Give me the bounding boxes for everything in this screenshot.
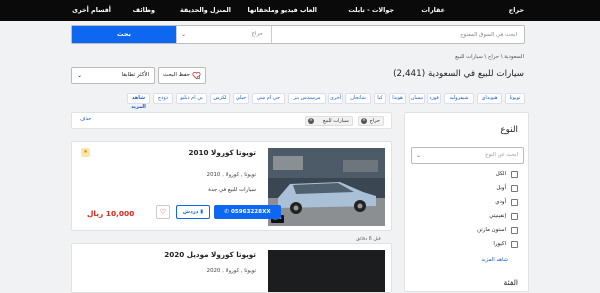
sort-select[interactable]: ⌄ الأكثر تطابقا bbox=[71, 67, 155, 84]
favorite-button[interactable]: ♡ bbox=[156, 205, 170, 219]
nav-item-haraj[interactable]: حراج bbox=[509, 0, 524, 21]
sort-label: الأكثر تطابقا bbox=[121, 72, 149, 78]
heart-search-icon bbox=[192, 71, 201, 80]
checkbox-opel[interactable] bbox=[511, 185, 518, 192]
filter-chip-cars-for-sale[interactable]: × سيارات للبيع bbox=[305, 116, 353, 126]
chevron-down-icon: ⌄ bbox=[416, 152, 422, 159]
save-search-label: حفظ البحث bbox=[163, 72, 190, 78]
brand-chip-hyundai[interactable]: هيونداي bbox=[477, 93, 502, 104]
heart-icon: ♡ bbox=[159, 208, 167, 216]
listing-price: 10,000 ريال bbox=[87, 209, 135, 218]
type-search-select[interactable]: ⌄ ابحث عن النوع bbox=[411, 147, 524, 164]
listing-title[interactable]: تويوتا كورولا 2010 bbox=[189, 148, 256, 157]
close-icon[interactable]: × bbox=[361, 118, 367, 124]
option-label: استون مارتن bbox=[477, 227, 506, 233]
nav-item-video-games[interactable]: العاب فيديو وملحقاتها bbox=[247, 0, 317, 21]
listing-card[interactable]: تويوتا كورولا موديل 2020 تويوتا , كورولا… bbox=[71, 243, 392, 293]
brand-chip-bmw[interactable]: بي ام دبليو bbox=[176, 93, 207, 104]
filter-chip-haraj[interactable]: × حراج bbox=[358, 116, 384, 126]
brand-chip-gmc[interactable]: جي ام سي bbox=[252, 93, 285, 104]
category-placeholder: حراج bbox=[251, 31, 263, 37]
save-search-button[interactable]: حفظ البحث bbox=[158, 67, 206, 84]
option-label: أودي bbox=[495, 199, 506, 205]
listing-photo[interactable] bbox=[268, 250, 385, 292]
sidebar-heading: النوع bbox=[500, 125, 518, 135]
brand-chip-dodge[interactable]: دودج bbox=[153, 93, 173, 104]
nav-item-jobs[interactable]: وظائف bbox=[133, 0, 155, 21]
brand-chip-chevrolet[interactable]: شيفروليه bbox=[444, 93, 474, 104]
brand-chip-lexus[interactable]: لكزس bbox=[210, 93, 230, 104]
sidebar-section-heading: الفئة bbox=[503, 278, 518, 287]
see-more-brands-chip[interactable]: شاهد المزيد bbox=[127, 93, 150, 110]
chevron-down-icon: ⌄ bbox=[181, 31, 187, 38]
checkbox-acura[interactable] bbox=[511, 241, 518, 248]
close-icon[interactable]: × bbox=[308, 118, 314, 124]
listing-title[interactable]: تويوتا كورولا موديل 2020 bbox=[164, 250, 256, 259]
phone-icon: ✆ bbox=[224, 209, 229, 215]
brand-chip-honda[interactable]: هوندا bbox=[389, 93, 406, 104]
brand-chip-ford[interactable]: فورد bbox=[427, 93, 441, 104]
chevron-down-icon: ⌄ bbox=[77, 72, 83, 79]
option-label: اكيورا bbox=[493, 241, 506, 247]
see-more-link[interactable]: شاهد المزيد bbox=[481, 257, 508, 263]
checkbox-all[interactable] bbox=[511, 171, 518, 178]
filter-sidebar: النوع ⌄ ابحث عن النوع الكل أوبل أودي إنف… bbox=[404, 112, 529, 292]
checkbox-audi[interactable] bbox=[511, 199, 518, 206]
brand-chip-nissan[interactable]: نيسان bbox=[409, 93, 425, 104]
brand-chip-mercedes[interactable]: مرسيدس بنز bbox=[288, 93, 326, 104]
nav-item-mobiles[interactable]: جوالات - تابلت bbox=[348, 0, 394, 21]
nav-item-home-garden[interactable]: المنزل والحديقة bbox=[180, 0, 231, 21]
brand-chip-changan[interactable]: شانجان bbox=[345, 93, 371, 104]
listing-location[interactable]: سيارات للبيع في جدة bbox=[208, 187, 256, 193]
listing-model: تويوتا , كورولا , 2010 bbox=[206, 172, 256, 178]
search-button[interactable]: بحث bbox=[72, 26, 176, 43]
search-input[interactable] bbox=[273, 26, 524, 43]
brand-chip-geely[interactable]: جيلي bbox=[233, 93, 249, 104]
option-label: الكل bbox=[495, 171, 506, 177]
chat-icon: ▮ bbox=[200, 209, 204, 215]
checkbox-aston-martin[interactable] bbox=[511, 227, 518, 234]
brand-chip-kia[interactable]: كيا bbox=[374, 93, 386, 104]
option-label: إنفينيتي bbox=[489, 213, 506, 219]
checkbox-infiniti[interactable] bbox=[511, 213, 518, 220]
breadcrumb[interactable]: السعودية \ حراج \ سيارات للبيع bbox=[455, 54, 524, 60]
listing-model: تويوتا , كورولا , 2020 bbox=[206, 268, 256, 274]
bookmark-icon: ★ bbox=[81, 148, 90, 157]
page-title: سيارات للبيع في السعودية (2,441) bbox=[393, 69, 524, 79]
nav-item-other[interactable]: أقسام أخرى bbox=[72, 0, 111, 21]
listing-photo[interactable]: ▣ 5 bbox=[268, 148, 385, 226]
listing-date: قبل 6 دقائق bbox=[356, 237, 381, 242]
active-filters-bar: × حراج × سيارات للبيع bbox=[71, 112, 392, 129]
option-label: أوبل bbox=[496, 185, 506, 191]
chat-button[interactable]: ▮ دردش bbox=[176, 205, 210, 219]
phone-button[interactable]: ✆ 05963228XX bbox=[214, 205, 281, 219]
nav-item-real-estate[interactable]: عقارات bbox=[421, 0, 445, 21]
brand-chip-other[interactable]: أخرى bbox=[328, 93, 343, 104]
top-nav: حراج عقارات جوالات - تابلت العاب فيديو و… bbox=[0, 0, 600, 21]
clear-filters-link[interactable]: حذف bbox=[80, 116, 92, 122]
category-select[interactable]: ⌄ حراج bbox=[176, 26, 272, 43]
search-bar: بحث ⌄ حراج bbox=[71, 25, 525, 44]
car-photo-illustration bbox=[268, 148, 385, 226]
brand-chip-toyota[interactable]: تويوتا bbox=[505, 93, 525, 104]
listing-card[interactable]: ▣ 5 تويوتا كورولا 2010 تويوتا , كورولا ,… bbox=[71, 141, 392, 231]
